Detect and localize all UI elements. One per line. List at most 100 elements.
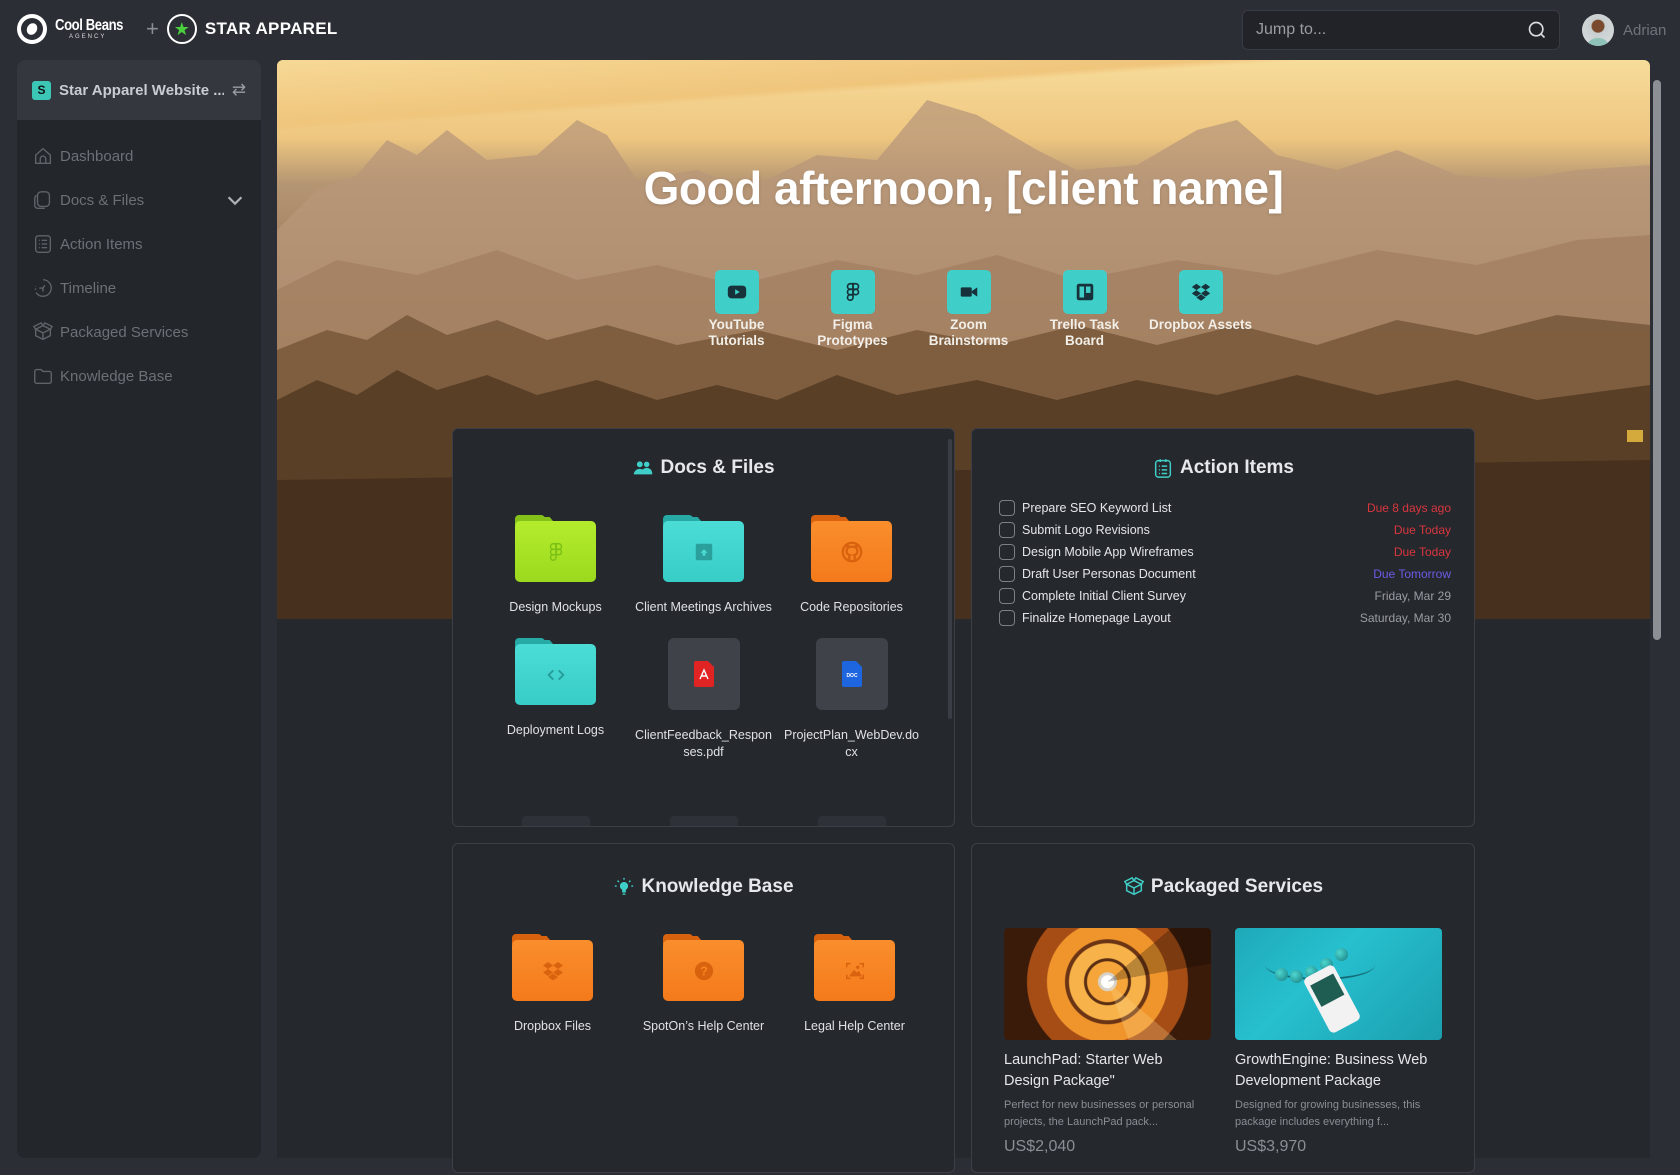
- sidebar-item-label: Action Items: [60, 235, 143, 253]
- tile-label: Code Repositories: [800, 600, 903, 614]
- sidebar-item-knowledge-base[interactable]: Knowledge Base: [17, 354, 261, 398]
- sidebar-item-dashboard[interactable]: Dashboard: [17, 134, 261, 178]
- task-due: Due 8 days ago: [1366, 501, 1451, 515]
- figma-icon: [846, 282, 859, 302]
- zoom-video-icon: [960, 287, 977, 297]
- timeline-icon: [34, 279, 52, 297]
- folder-client-meetings-archives[interactable]: Client Meetings Archives: [630, 515, 778, 616]
- trello-icon: [1076, 283, 1093, 301]
- folder-code-repositories[interactable]: Code Repositories: [778, 515, 926, 616]
- user-menu[interactable]: Adrian: [1582, 14, 1666, 46]
- app-link-dropbox[interactable]: Dropbox Assets: [1149, 270, 1252, 349]
- sidebar-item-packaged-services[interactable]: Packaged Services: [17, 310, 261, 354]
- scrollbar-thumb[interactable]: [1653, 80, 1661, 640]
- plus-separator: +: [146, 16, 159, 41]
- task-checkbox[interactable]: [999, 522, 1015, 538]
- search-icon[interactable]: [1527, 20, 1547, 40]
- service-card-growthengine[interactable]: GrowthEngine: Business Web Development P…: [1235, 928, 1442, 1156]
- tile-label: ProjectPlan_WebDev.docx: [783, 728, 920, 759]
- brand-logos[interactable]: Cool Beans AGENCY + ★ STAR APPAREL: [17, 14, 338, 44]
- app-link-youtube[interactable]: YouTube Tutorials: [708, 270, 765, 349]
- task-due: Due Today: [1393, 545, 1451, 559]
- task-due: Friday, Mar 29: [1374, 589, 1451, 603]
- search-input[interactable]: [1243, 11, 1559, 49]
- archive-icon: [695, 543, 712, 560]
- card-title-text: Docs & Files: [660, 457, 775, 478]
- switch-arrows-icon[interactable]: ⇄: [232, 80, 246, 100]
- service-title: LaunchPad: Starter Web Design Package": [1004, 1052, 1163, 1089]
- folder-design-mockups[interactable]: Design Mockups: [482, 515, 630, 616]
- app-link-label: Zoom Brainstorms: [928, 317, 1009, 348]
- app-link-trello[interactable]: Trello Task Board: [1050, 270, 1119, 349]
- sidebar: S Star Apparel Website ... ⇄ Dashboard D…: [17, 60, 261, 1158]
- workspace-switcher[interactable]: S Star Apparel Website ... ⇄: [17, 60, 261, 120]
- folder-dropbox-files[interactable]: Dropbox Files: [477, 934, 628, 1035]
- task-name[interactable]: Complete Initial Client Survey: [1022, 589, 1375, 603]
- sidebar-item-timeline[interactable]: Timeline: [17, 266, 261, 310]
- home-icon: [34, 147, 52, 165]
- jump-to-search[interactable]: [1242, 10, 1560, 50]
- action-item: Complete Initial Client Survey Friday, M…: [999, 585, 1451, 607]
- dropbox-icon: [542, 961, 563, 980]
- action-item: Design Mobile App Wireframes Due Today: [999, 541, 1451, 563]
- service-description: Perfect for new businesses or personal p…: [1004, 1099, 1195, 1128]
- sidebar-item-docs-files[interactable]: Docs & Files: [17, 178, 261, 222]
- chevron-down-icon[interactable]: [224, 189, 246, 211]
- file-client-feedback-pdf[interactable]: ClientFeedback_Responses.pdf: [630, 638, 778, 761]
- app-link-label: Figma Prototypes: [817, 317, 888, 348]
- tile-label: ClientFeedback_Responses.pdf: [635, 728, 772, 759]
- avatar[interactable]: [1582, 14, 1614, 46]
- sidebar-item-label: Dashboard: [60, 147, 134, 165]
- action-items-heading: Action Items: [972, 457, 1474, 479]
- tile-label: SpotOn’s Help Center: [642, 1019, 765, 1033]
- package-icon: [32, 321, 54, 341]
- dropbox-icon: [1191, 283, 1210, 301]
- task-checkbox[interactable]: [999, 500, 1015, 516]
- task-name[interactable]: Prepare SEO Keyword List: [1022, 501, 1367, 515]
- tile-label: Design Mockups: [509, 600, 602, 614]
- help-icon: ?: [694, 961, 713, 980]
- folder-icon: [34, 368, 52, 385]
- agency-sub: AGENCY: [69, 34, 107, 40]
- action-item: Draft User Personas Document Due Tomorro…: [999, 563, 1451, 585]
- task-name[interactable]: Submit Logo Revisions: [1022, 523, 1394, 537]
- docs-scrollbar[interactable]: [948, 439, 952, 719]
- github-icon: [841, 541, 862, 562]
- service-card-launchpad[interactable]: LaunchPad: Starter Web Design Package" P…: [1004, 928, 1211, 1156]
- code-icon: [546, 669, 565, 680]
- task-checkbox[interactable]: [999, 566, 1015, 582]
- card-title-text: Knowledge Base: [641, 876, 794, 897]
- top-bar: Cool Beans AGENCY + ★ STAR APPAREL Adria…: [0, 0, 1680, 60]
- app-link-zoom[interactable]: Zoom Brainstorms: [929, 270, 1008, 349]
- quick-links: YouTube Tutorials Figma Prototypes Zoom …: [277, 270, 1650, 349]
- app-link-figma[interactable]: Figma Prototypes: [817, 270, 888, 349]
- action-item: Submit Logo Revisions Due Today: [999, 519, 1451, 541]
- checklist-icon: [1154, 459, 1172, 478]
- doc-file-icon: DOC: [841, 661, 862, 687]
- folder-spoton-help-center[interactable]: ? SpotOn’s Help Center: [628, 934, 779, 1035]
- docs-grid: Design Mockups Client Meetings Archives …: [453, 515, 954, 761]
- service-description: Designed for growing businesses, this pa…: [1235, 1099, 1421, 1128]
- greeting-heading: Good afternoon, [client name]: [643, 162, 1284, 214]
- task-due: Saturday, Mar 30: [1359, 611, 1451, 625]
- svg-text:?: ?: [700, 963, 708, 978]
- task-name[interactable]: Design Mobile App Wireframes: [1022, 545, 1394, 559]
- sidebar-item-action-items[interactable]: Action Items: [17, 222, 261, 266]
- folder-legal-help-center[interactable]: Legal Help Center: [779, 934, 930, 1035]
- figma-icon: [549, 542, 562, 561]
- service-title: GrowthEngine: Business Web Development P…: [1235, 1052, 1428, 1089]
- service-price: US$3,970: [1235, 1138, 1307, 1155]
- client-brand-name: STAR APPAREL: [204, 19, 338, 38]
- task-checkbox[interactable]: [999, 588, 1015, 604]
- page-scrollbar[interactable]: [1652, 80, 1662, 1158]
- agency-name: Cool Beans: [55, 17, 124, 34]
- svg-text:DOC: DOC: [846, 673, 858, 679]
- task-name[interactable]: Draft User Personas Document: [1022, 567, 1373, 581]
- task-checkbox[interactable]: [999, 610, 1015, 626]
- task-name[interactable]: Finalize Homepage Layout: [1022, 611, 1360, 625]
- service-price: US$2,040: [1004, 1138, 1076, 1155]
- task-checkbox[interactable]: [999, 544, 1015, 560]
- docs-files-card: Docs & Files Design Mockups Client Meeti…: [452, 428, 955, 827]
- file-project-plan-docx[interactable]: DOC ProjectPlan_WebDev.docx: [778, 638, 926, 761]
- folder-deployment-logs[interactable]: Deployment Logs: [482, 638, 630, 761]
